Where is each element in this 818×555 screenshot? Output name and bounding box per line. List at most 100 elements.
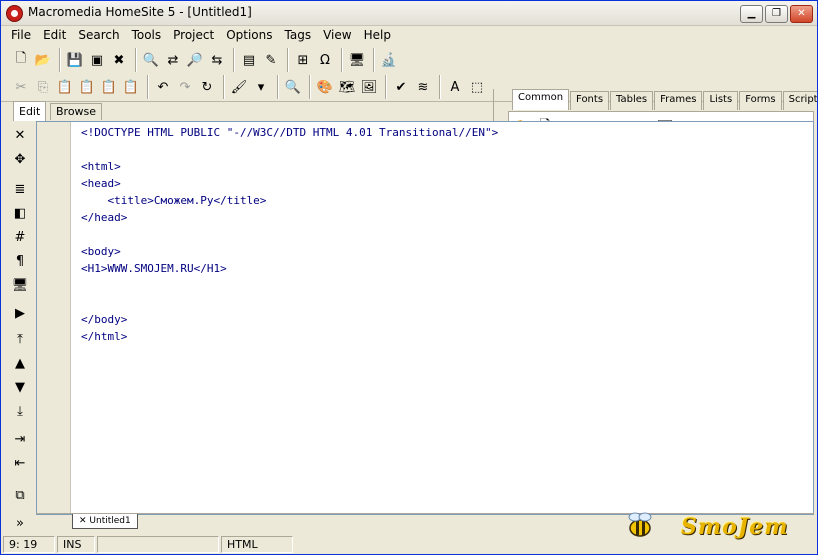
go-bottom-icon[interactable]: ⤓ xyxy=(9,401,31,421)
copy-icon[interactable]: ⎘ xyxy=(33,76,53,98)
spell-group: ✔ ≋ xyxy=(386,75,437,99)
dropdown-arrow-icon[interactable]: ▾ xyxy=(251,76,271,98)
code-line[interactable]: </body> xyxy=(81,311,498,328)
validate-group: 🔬 xyxy=(374,48,403,72)
app-icon[interactable] xyxy=(6,5,23,22)
code-line[interactable]: <title>Сможем.Ру</title> xyxy=(81,192,498,209)
special-characters-icon[interactable]: Ω xyxy=(315,49,335,71)
paste-special-icon[interactable]: 📋 xyxy=(77,76,97,98)
spell-check-icon[interactable]: ✔ xyxy=(391,76,411,98)
style-editor-icon[interactable]: 🎨 xyxy=(315,76,335,98)
code-line[interactable] xyxy=(81,226,498,243)
document-type: HTML xyxy=(221,536,293,553)
close-doc-icon[interactable]: ✕ xyxy=(9,125,31,145)
refresh-icon[interactable]: ↻ xyxy=(197,76,217,98)
image-map-icon[interactable]: 🗺 xyxy=(337,76,357,98)
menu-options[interactable]: Options xyxy=(220,28,278,42)
extended-find-icon[interactable]: 🔎 xyxy=(185,49,205,71)
replace-icon[interactable]: ⇄ xyxy=(163,49,183,71)
edit-toolbar: ✂ ⎘ 📋 📋 📋 📋 ↶ ↷ ↻ 🖌 ▾ 🔍 🎨 🗺 🖼 ✔ ≋ A ⬚ xyxy=(7,73,491,101)
code-line[interactable]: <html> xyxy=(81,158,498,175)
menu-help[interactable]: Help xyxy=(358,28,397,42)
undo-icon[interactable]: ↶ xyxy=(153,76,173,98)
code-line[interactable]: <head> xyxy=(81,175,498,192)
indent-lines-icon[interactable]: ≣ xyxy=(9,179,31,199)
edit-tag-icon[interactable]: ✎ xyxy=(261,49,281,71)
code-line[interactable]: </head> xyxy=(81,209,498,226)
menu-bar: File Edit Search Tools Project Options T… xyxy=(1,25,817,44)
watermark-logo: SmoJem xyxy=(621,504,811,548)
code-line[interactable]: <body> xyxy=(81,243,498,260)
paragraph-marks-icon[interactable]: ¶ xyxy=(9,251,31,271)
menu-tools[interactable]: Tools xyxy=(126,28,168,42)
main-toolbar: 🗋 📂 💾 ▣ ✖ 🔍 ⇄ 🔎 ⇆ ▤ ✎ ⊞ Ω 🖥 🔬 xyxy=(7,46,403,74)
code-text[interactable]: <!DOCTYPE HTML PUBLIC "-//W3C//DTD HTML … xyxy=(81,124,498,345)
paste-text-icon[interactable]: 📋 xyxy=(99,76,119,98)
preview-icon[interactable]: 🖥 xyxy=(347,49,367,71)
brush-icon[interactable]: 🖌 xyxy=(229,76,249,98)
paste-icon[interactable]: 📋 xyxy=(55,76,75,98)
play-icon[interactable]: ▶ xyxy=(9,303,31,323)
open-folder-icon[interactable]: 📂 xyxy=(33,49,53,71)
restore-button[interactable]: ❐ xyxy=(765,5,788,23)
save-all-icon[interactable]: ▣ xyxy=(87,49,107,71)
insert-group: ⊞ Ω xyxy=(288,48,339,72)
save-group: 💾 ▣ ✖ xyxy=(60,48,133,72)
move-icon[interactable]: ✥ xyxy=(9,149,31,169)
menu-view[interactable]: View xyxy=(317,28,357,42)
new-document-icon[interactable]: 🗋 xyxy=(11,49,31,71)
save-icon[interactable]: 💾 xyxy=(65,49,85,71)
menu-search[interactable]: Search xyxy=(72,28,125,42)
code-line[interactable] xyxy=(81,141,498,158)
code-editor[interactable]: <!DOCTYPE HTML PUBLIC "-//W3C//DTD HTML … xyxy=(36,121,814,515)
code-line[interactable]: <!DOCTYPE HTML PUBLIC "-//W3C//DTD HTML … xyxy=(81,124,498,141)
line-numbers-icon[interactable]: # xyxy=(9,227,31,247)
tab-edit[interactable]: Edit xyxy=(13,101,47,121)
app-window: Macromedia HomeSite 5 - [Untitled1] ▁ ❐ … xyxy=(0,0,818,555)
menu-project[interactable]: Project xyxy=(167,28,220,42)
menu-file[interactable]: File xyxy=(5,28,37,42)
menu-edit[interactable]: Edit xyxy=(37,28,72,42)
editor-left-toolbar: ✕ ✥ ≣ ◧ # ¶ 🖥 ▶ ⤒ ▲ ▼ ⤓ ⇥ ⇤ ⧉ » xyxy=(5,121,35,533)
editor-tabs: Edit Browse xyxy=(1,101,817,121)
toolbar-area: 🗋 📂 💾 ▣ ✖ 🔍 ⇄ 🔎 ⇆ ▤ ✎ ⊞ Ω 🖥 🔬 ✂ ⎘ 📋 📋 📋 … xyxy=(1,44,817,143)
cut-icon[interactable]: ✂ xyxy=(11,76,31,98)
close-document-icon[interactable]: ✖ xyxy=(109,49,129,71)
screen-icon[interactable]: 🖥 xyxy=(9,275,31,295)
font-icon[interactable]: A xyxy=(445,76,465,98)
document-tab[interactable]: ✕ Untitled1 xyxy=(72,514,138,529)
validate-icon[interactable]: 🔬 xyxy=(379,49,399,71)
menu-tags[interactable]: Tags xyxy=(279,28,318,42)
code-line[interactable]: </html> xyxy=(81,328,498,345)
tag-inspector-icon[interactable]: 🔍 xyxy=(283,76,303,98)
design-icon[interactable]: ⬚ xyxy=(467,76,487,98)
bee-icon xyxy=(628,512,652,537)
minimize-button[interactable]: ▁ xyxy=(740,5,763,23)
outdent-icon[interactable]: ⇤ xyxy=(9,453,31,473)
mark-spelling-icon[interactable]: ≋ xyxy=(413,76,433,98)
tag-tree-icon[interactable]: ◧ xyxy=(9,203,31,223)
extended-replace-icon[interactable]: ⇆ xyxy=(207,49,227,71)
tab-browse[interactable]: Browse xyxy=(50,103,103,120)
code-line[interactable] xyxy=(81,294,498,311)
toggle-resource-tab-icon[interactable]: ▤ xyxy=(239,49,259,71)
insert-mode: INS xyxy=(57,536,95,553)
expand-more-icon[interactable]: » xyxy=(9,513,31,533)
close-button[interactable]: ✕ xyxy=(790,5,813,23)
code-line[interactable] xyxy=(81,277,498,294)
status-empty-panel xyxy=(97,536,219,553)
watermark-text: SmoJem xyxy=(681,514,789,540)
cursor-position: 9: 19 xyxy=(3,536,55,553)
paste-html-icon[interactable]: 📋 xyxy=(121,76,141,98)
code-line[interactable]: <H1>WWW.SMOJEM.RU</H1> xyxy=(81,260,498,277)
move-down-icon[interactable]: ▼ xyxy=(9,377,31,397)
redo-icon[interactable]: ↷ xyxy=(175,76,195,98)
find-icon[interactable]: 🔍 xyxy=(141,49,161,71)
thumbnail-icon[interactable]: 🖼 xyxy=(359,76,379,98)
indent-icon[interactable]: ⇥ xyxy=(9,429,31,449)
insert-tag-icon[interactable]: ⊞ xyxy=(293,49,313,71)
document-close-icon[interactable]: ✕ xyxy=(79,516,87,526)
collapse-icon[interactable]: ⧉ xyxy=(9,485,31,505)
move-up-icon[interactable]: ▲ xyxy=(9,353,31,373)
go-top-icon[interactable]: ⤒ xyxy=(9,329,31,349)
